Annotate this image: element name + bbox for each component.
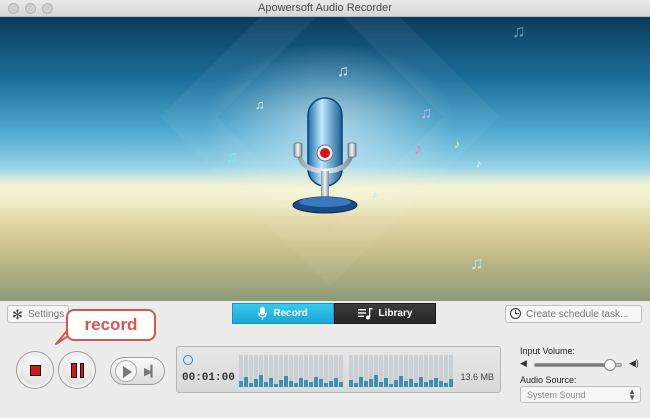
waveform-bar bbox=[354, 355, 358, 387]
waveform-bar bbox=[339, 355, 343, 387]
waveform-bar bbox=[364, 355, 368, 387]
waveform-bar bbox=[424, 355, 428, 387]
waveform-bar bbox=[244, 355, 248, 387]
waveform-bar bbox=[319, 355, 323, 387]
waveform-bar bbox=[394, 355, 398, 387]
music-note-icon: ♪ bbox=[372, 189, 378, 201]
audio-source-value: System Sound bbox=[527, 390, 586, 400]
waveform-bar bbox=[324, 355, 328, 387]
waveform-bar bbox=[264, 355, 268, 387]
tab-record[interactable]: Record bbox=[232, 303, 334, 324]
title-bar: Apowersoft Audio Recorder bbox=[0, 0, 650, 17]
waveform-bar bbox=[329, 355, 333, 387]
music-note-icon: ♫ bbox=[420, 105, 432, 122]
music-library-icon bbox=[357, 307, 373, 319]
tab-library[interactable]: Library bbox=[334, 303, 436, 324]
waveform-bar bbox=[419, 355, 423, 387]
pause-icon bbox=[71, 363, 84, 378]
waveform-bar bbox=[249, 355, 253, 387]
waveform-right bbox=[349, 355, 453, 387]
microphone-icon bbox=[258, 307, 268, 320]
audio-source-label: Audio Source: bbox=[520, 375, 577, 385]
waveform-bar bbox=[279, 355, 283, 387]
dropdown-arrow-icon: ▲ ▼ bbox=[628, 387, 636, 402]
pause-button[interactable] bbox=[58, 351, 96, 389]
music-note-icon: ♫ bbox=[470, 253, 484, 273]
music-note-icon: ♫ bbox=[337, 63, 349, 80]
waveform-bar bbox=[299, 355, 303, 387]
clock-icon bbox=[183, 355, 193, 365]
waveform-bar bbox=[309, 355, 313, 387]
playback-control: ▶▎ bbox=[110, 357, 165, 385]
waveform-left bbox=[239, 355, 343, 387]
volume-knob[interactable] bbox=[603, 359, 616, 371]
play-icon[interactable] bbox=[115, 360, 137, 382]
waveform-bar bbox=[444, 355, 448, 387]
mode-tabs: Record Library bbox=[232, 303, 436, 324]
settings-label: Settings bbox=[28, 309, 65, 320]
settings-button[interactable]: ✻ Settings bbox=[7, 305, 69, 323]
waveform-bar bbox=[274, 355, 278, 387]
input-volume-label: Input Volume: bbox=[520, 346, 576, 356]
waveform-bar bbox=[374, 355, 378, 387]
waveform-bar bbox=[289, 355, 293, 387]
waveform-bar bbox=[409, 355, 413, 387]
music-note-icon: ♪ bbox=[454, 137, 460, 151]
speaker-high-icon: ◀) bbox=[629, 358, 639, 368]
create-schedule-button[interactable]: Create schedule task... bbox=[505, 305, 642, 323]
recording-status-panel: 00:01:00 13.6 MB bbox=[176, 346, 501, 393]
tab-record-label: Record bbox=[273, 308, 308, 319]
stop-icon bbox=[30, 365, 41, 376]
waveform-bar bbox=[369, 355, 373, 387]
music-note-icon: ♫ bbox=[226, 149, 238, 166]
audio-source-select[interactable]: System Sound ▲ ▼ bbox=[520, 386, 641, 403]
tab-library-label: Library bbox=[378, 308, 413, 319]
waveform-bar bbox=[389, 355, 393, 387]
waveform-bar bbox=[384, 355, 388, 387]
waveform-bar bbox=[399, 355, 403, 387]
volume-fill bbox=[535, 364, 610, 366]
gear-icon: ✻ bbox=[12, 307, 23, 322]
waveform-bar bbox=[349, 355, 353, 387]
waveform-bar bbox=[379, 355, 383, 387]
waveform-bar bbox=[314, 355, 318, 387]
waveform-bar bbox=[304, 355, 308, 387]
microphone-illustration bbox=[292, 97, 358, 214]
record-callout: record bbox=[66, 309, 156, 341]
window-title: Apowersoft Audio Recorder bbox=[258, 2, 392, 14]
music-note-icon: ♫ bbox=[255, 97, 265, 112]
elapsed-time: 00:01:00 bbox=[182, 372, 235, 384]
waveform-bar bbox=[449, 355, 453, 387]
waveform-bar bbox=[429, 355, 433, 387]
waveform-bar bbox=[414, 355, 418, 387]
waveform-bar bbox=[359, 355, 363, 387]
waveform-bar bbox=[334, 355, 338, 387]
waveform-bar bbox=[269, 355, 273, 387]
waveform-bar bbox=[284, 355, 288, 387]
speaker-low-icon: ◀ bbox=[520, 358, 527, 368]
waveform-bar bbox=[254, 355, 258, 387]
waveform-bar bbox=[434, 355, 438, 387]
stop-button[interactable] bbox=[16, 351, 54, 389]
music-note-icon: ♪ bbox=[476, 158, 482, 170]
music-note-icon: ♪ bbox=[414, 141, 422, 158]
clock-icon bbox=[510, 308, 521, 319]
file-size: 13.6 MB bbox=[460, 372, 494, 382]
skip-next-icon[interactable]: ▶▎ bbox=[144, 365, 159, 378]
input-volume-slider[interactable] bbox=[534, 359, 622, 371]
schedule-label: Create schedule task... bbox=[526, 309, 629, 320]
waveform-bar bbox=[404, 355, 408, 387]
hero-illustration: ♫ ♫ ♫ ♫ ♪ ♪ ♪ ♫ ♫ ♪ ♪ bbox=[0, 17, 650, 301]
waveform-bar bbox=[259, 355, 263, 387]
waveform-bar bbox=[239, 355, 243, 387]
music-note-icon: ♫ bbox=[512, 21, 526, 41]
waveform-bar bbox=[294, 355, 298, 387]
waveform-bar bbox=[439, 355, 443, 387]
